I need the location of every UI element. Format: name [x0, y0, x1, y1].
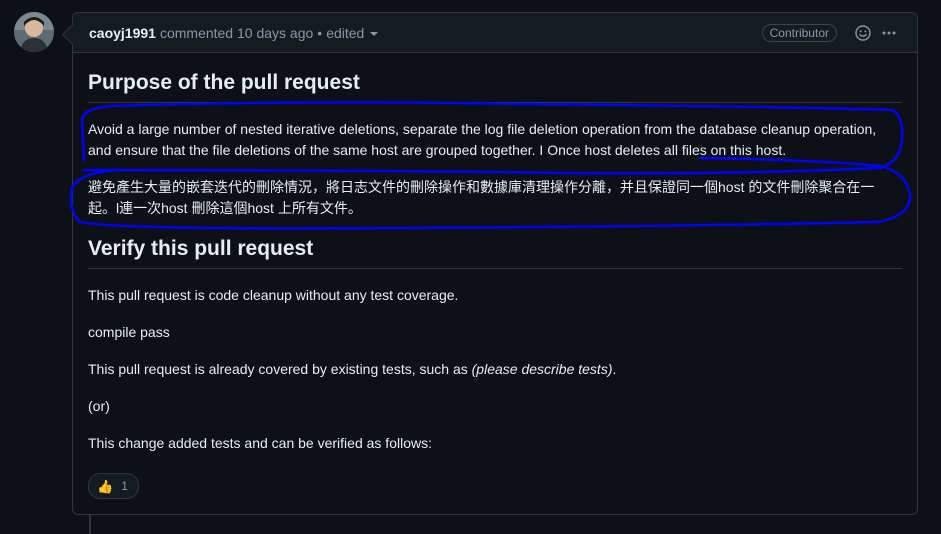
edited-dropdown[interactable]: edited — [326, 24, 379, 41]
heading-verify: Verify this pull request — [88, 235, 902, 269]
contributor-badge: Contributor — [761, 23, 837, 42]
smiley-icon[interactable] — [851, 21, 875, 45]
thumbs-up-reaction[interactable]: 👍 1 — [88, 473, 139, 499]
comment-body: Purpose of the pull request Avoid a larg… — [73, 53, 917, 499]
purpose-english: Avoid a large number of nested iterative… — [88, 121, 877, 158]
caret-down-icon — [370, 31, 379, 36]
verify-line-5: This change added tests and can be verif… — [88, 435, 432, 451]
avatar[interactable] — [14, 12, 54, 52]
comment-header: caoyj1991 commented 10 days ago • edited… — [73, 13, 917, 53]
thumbs-up-icon: 👍 — [97, 478, 114, 494]
timeline-line — [89, 515, 91, 534]
comment-meta[interactable]: commented 10 days ago — [160, 25, 313, 41]
comment-box: caoyj1991 commented 10 days ago • edited… — [72, 12, 918, 515]
verify-line-4: (or) — [88, 398, 110, 414]
verify-line-1: This pull request is code cleanup withou… — [88, 287, 459, 303]
verify-line-3-emphasis: (please describe tests) — [471, 361, 613, 377]
heading-purpose: Purpose of the pull request — [88, 69, 902, 103]
purpose-chinese: 避免產生大量的嵌套迭代的刪除情況，將日志文件的刪除操作和數據庫清理操作分離，并且… — [88, 179, 875, 216]
kebab-horizontal-icon[interactable] — [877, 21, 901, 45]
edited-label: edited — [326, 24, 365, 41]
author-link[interactable]: caoyj1991 — [89, 25, 156, 41]
reaction-count: 1 — [121, 478, 128, 493]
verify-line-3-prefix: This pull request is already covered by … — [88, 361, 472, 377]
verify-line-3: This pull request is already covered by … — [88, 359, 902, 380]
verify-line-3-suffix: . — [612, 361, 617, 377]
header-actions: Contributor — [761, 21, 901, 45]
avatar-image — [14, 12, 54, 52]
meta-separator: • — [317, 24, 323, 41]
verify-line-2: compile pass — [88, 324, 170, 340]
